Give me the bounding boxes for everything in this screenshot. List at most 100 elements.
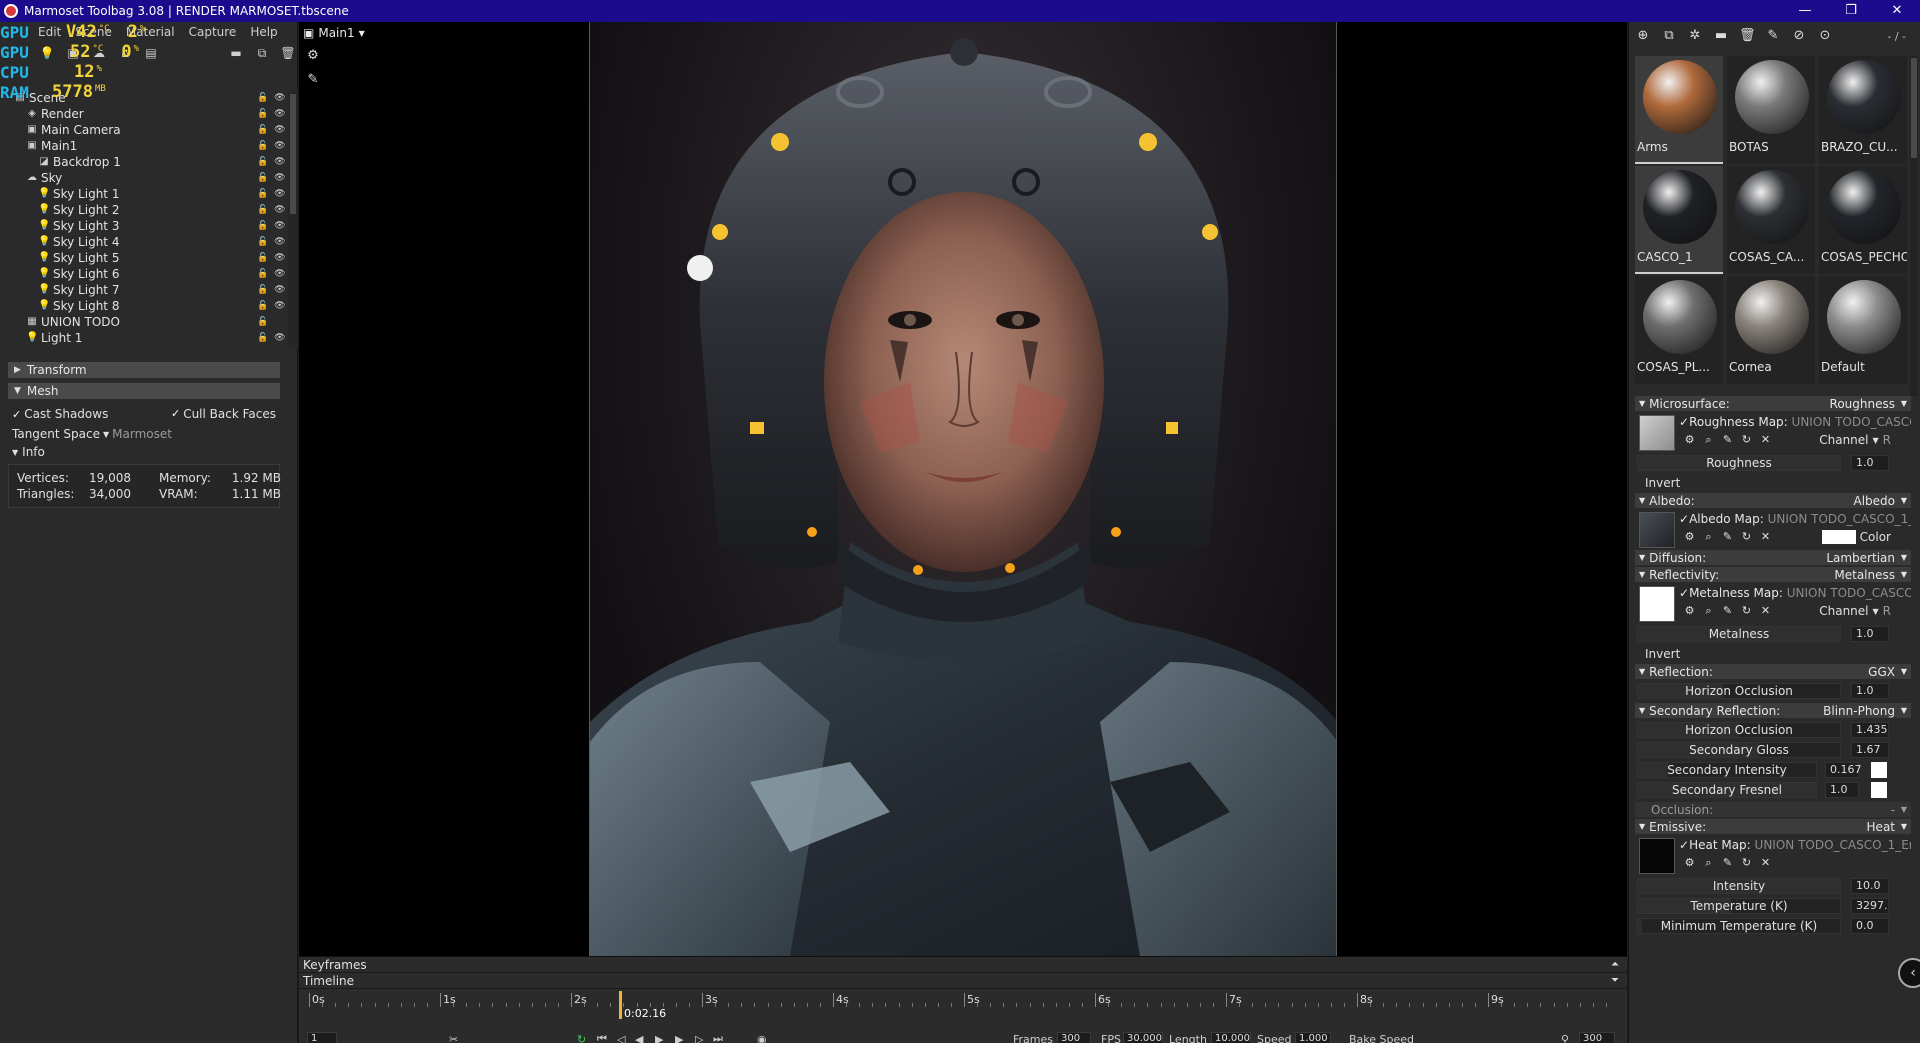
lock-icon[interactable]: 🔓	[257, 317, 268, 327]
visibility-eye-icon[interactable]: 👁	[274, 125, 286, 135]
remove-unused-icon[interactable]: ✲	[1687, 28, 1703, 44]
lock-icon[interactable]: 🔓	[257, 269, 268, 279]
roughness-value-field[interactable]: 1.0	[1851, 455, 1889, 471]
tree-item[interactable]: ▣ Main1 🔓 👁	[0, 138, 298, 154]
edit-icon[interactable]: ✎	[1721, 604, 1734, 617]
tree-item[interactable]: 💡 Light 1 🔓 👁	[0, 330, 298, 346]
gear-icon[interactable]: ⚙	[1683, 433, 1696, 446]
pin-icon[interactable]: ✎	[305, 72, 321, 88]
tree-item[interactable]: 💡 Sky Light 7 🔓 👁	[0, 282, 298, 298]
visibility-eye-icon[interactable]: 👁	[274, 205, 286, 215]
albedo-section[interactable]: ▼ Albedo: Albedo ▼	[1635, 493, 1911, 508]
reload-icon[interactable]: ↻	[1740, 604, 1753, 617]
lock-icon[interactable]: 🔓	[257, 189, 268, 199]
dropdown-arrow-icon[interactable]: ▼	[103, 430, 109, 439]
close-icon[interactable]: ✕	[1759, 530, 1772, 543]
lock-icon[interactable]: 🔓	[257, 93, 268, 103]
dropdown-arrow-icon[interactable]: ▼	[1901, 706, 1907, 715]
add-material-icon[interactable]: ⊕	[1635, 28, 1651, 44]
close-icon[interactable]: ✕	[1759, 604, 1772, 617]
invert-checkbox[interactable]: Invert	[1635, 473, 1911, 493]
search-icon[interactable]: ⌕	[1702, 856, 1715, 869]
lock-icon[interactable]: 🔓	[257, 253, 268, 263]
viewport[interactable]: ▣ Main1 ▼ ⚙ ✎	[299, 22, 1627, 956]
visibility-eye-icon[interactable]: 👁	[274, 189, 286, 199]
metalness-map-slot[interactable]: ✓Metalness Map: UNION TODO_CASCO_	[1679, 586, 1911, 600]
menu-capture[interactable]: Capture	[189, 25, 237, 39]
timeline-playhead[interactable]	[618, 991, 622, 1019]
tangent-space-value[interactable]: Marmoset	[112, 427, 172, 441]
metalness-map-thumbnail[interactable]	[1639, 586, 1675, 622]
reflectivity-mode[interactable]: Metalness	[1834, 568, 1895, 582]
link-icon[interactable]: ⚲	[1561, 1033, 1569, 1043]
search-icon[interactable]: ⌕	[1702, 530, 1715, 543]
lock-icon[interactable]: 🔓	[257, 333, 268, 343]
edit-icon[interactable]: ✎	[1721, 856, 1734, 869]
secondary-gloss-value-field[interactable]: 1.67	[1851, 742, 1889, 758]
current-frame-field[interactable]: 1	[307, 1032, 337, 1043]
visibility-eye-icon[interactable]: 👁	[274, 173, 286, 183]
minimize-button[interactable]: —	[1782, 0, 1828, 22]
tree-item[interactable]: ☁ Sky 🔓 👁	[0, 170, 298, 186]
roughness-map-slot[interactable]: ✓Roughness Map: UNION TODO_CASCO_	[1679, 415, 1911, 429]
settings-icon[interactable]: ◉	[757, 1033, 767, 1043]
menu-help[interactable]: Help	[250, 25, 277, 39]
diffusion-mode[interactable]: Lambertian	[1826, 551, 1895, 565]
skip-start-icon[interactable]: ⏮	[597, 1032, 607, 1043]
lock-icon[interactable]: 🔓	[257, 157, 268, 167]
secondary-intensity-color-swatch[interactable]	[1871, 762, 1887, 778]
length-field[interactable]: 10.000	[1211, 1032, 1251, 1043]
reload-icon[interactable]: ↻	[1740, 856, 1753, 869]
secondary-horizon-occlusion-value-field[interactable]: 1.435	[1851, 722, 1889, 738]
tree-item[interactable]: 💡 Sky Light 3 🔓 👁	[0, 218, 298, 234]
visibility-eye-icon[interactable]: 👁	[274, 285, 286, 295]
bake-speed-button[interactable]: Bake Speed	[1349, 1033, 1414, 1043]
cull-back-faces-checkbox[interactable]: ✓	[171, 407, 180, 421]
refresh-material-icon[interactable]: ⊙	[1817, 28, 1833, 44]
edit-icon[interactable]: ✎	[1721, 530, 1734, 543]
transform-section[interactable]: ▶ Transform	[8, 362, 280, 378]
visibility-eye-icon[interactable]: 👁	[274, 301, 286, 311]
lock-icon[interactable]: 🔓	[257, 125, 268, 135]
emissive-section[interactable]: ▼ Emissive: Heat ▼	[1635, 819, 1911, 834]
roughness-map-thumbnail[interactable]	[1639, 415, 1675, 451]
open-folder-icon[interactable]: ▬	[1713, 28, 1729, 44]
timeline-ruler[interactable]: 0s 1s 2s 3s 4s 5s 6s 7s 8s 9s 0:02.16	[307, 991, 1617, 1023]
cast-shadows-checkbox[interactable]: ✓	[12, 408, 21, 421]
dropdown-arrow-icon[interactable]: ▼	[1901, 805, 1907, 814]
lock-icon[interactable]: 🔓	[257, 141, 268, 151]
keyframe-tool-icon[interactable]: ✂	[449, 1033, 458, 1043]
tree-item[interactable]: ▦ UNION TODO 🔓	[0, 314, 298, 330]
speed-field[interactable]: 1.000	[1295, 1032, 1331, 1043]
heat-map-slot[interactable]: ✓Heat Map: UNION TODO_CASCO_1_Emi	[1679, 838, 1911, 852]
delete-material-icon[interactable]: 🗑	[1739, 28, 1756, 44]
tree-item[interactable]: 💡 Sky Light 6 🔓 👁	[0, 266, 298, 282]
visibility-eye-icon[interactable]: 👁	[274, 269, 286, 279]
min-temperature-value-field[interactable]: 0.0	[1851, 918, 1889, 934]
microsurface-section[interactable]: ▼ Microsurface: Roughness ▼	[1635, 396, 1911, 411]
invert-checkbox[interactable]: Invert	[1635, 644, 1911, 664]
gear-icon[interactable]: ⚙	[305, 48, 321, 64]
dropdown-arrow-icon[interactable]: ▼	[1901, 399, 1907, 408]
metalness-value-field[interactable]: 1.0	[1851, 626, 1889, 642]
apply-material-icon[interactable]: ⊘	[1791, 28, 1807, 44]
occlusion-section[interactable]: Occlusion: - ▼	[1635, 802, 1911, 817]
albedo-color-swatch[interactable]	[1821, 530, 1856, 544]
reflectivity-section[interactable]: ▼ Reflectivity: Metalness ▼	[1635, 567, 1911, 582]
dropdown-arrow-icon[interactable]: ▼	[1901, 667, 1907, 676]
frames-field[interactable]: 300	[1057, 1032, 1091, 1043]
dropdown-arrow-icon[interactable]: ▼	[1901, 822, 1907, 831]
next-key-icon[interactable]: ▷	[695, 1033, 703, 1043]
close-icon[interactable]: ✕	[1759, 433, 1772, 446]
visibility-eye-icon[interactable]: 👁	[274, 109, 286, 119]
lock-icon[interactable]: 🔓	[257, 285, 268, 295]
close-button[interactable]: ✕	[1874, 0, 1920, 22]
secondary-fresnel-color-swatch[interactable]	[1871, 782, 1887, 798]
prev-key-icon[interactable]: ◁	[617, 1033, 625, 1043]
visibility-eye-icon[interactable]: 👁	[274, 221, 286, 231]
material-swatch[interactable]: Default	[1819, 276, 1907, 384]
mesh-section[interactable]: ▼ Mesh	[8, 383, 280, 399]
temperature-value-field[interactable]: 3297.	[1851, 898, 1889, 914]
albedo-map-slot[interactable]: ✓Albedo Map: UNION TODO_CASCO_1_B	[1679, 512, 1911, 526]
info-header[interactable]: ▼ Info	[8, 444, 280, 460]
